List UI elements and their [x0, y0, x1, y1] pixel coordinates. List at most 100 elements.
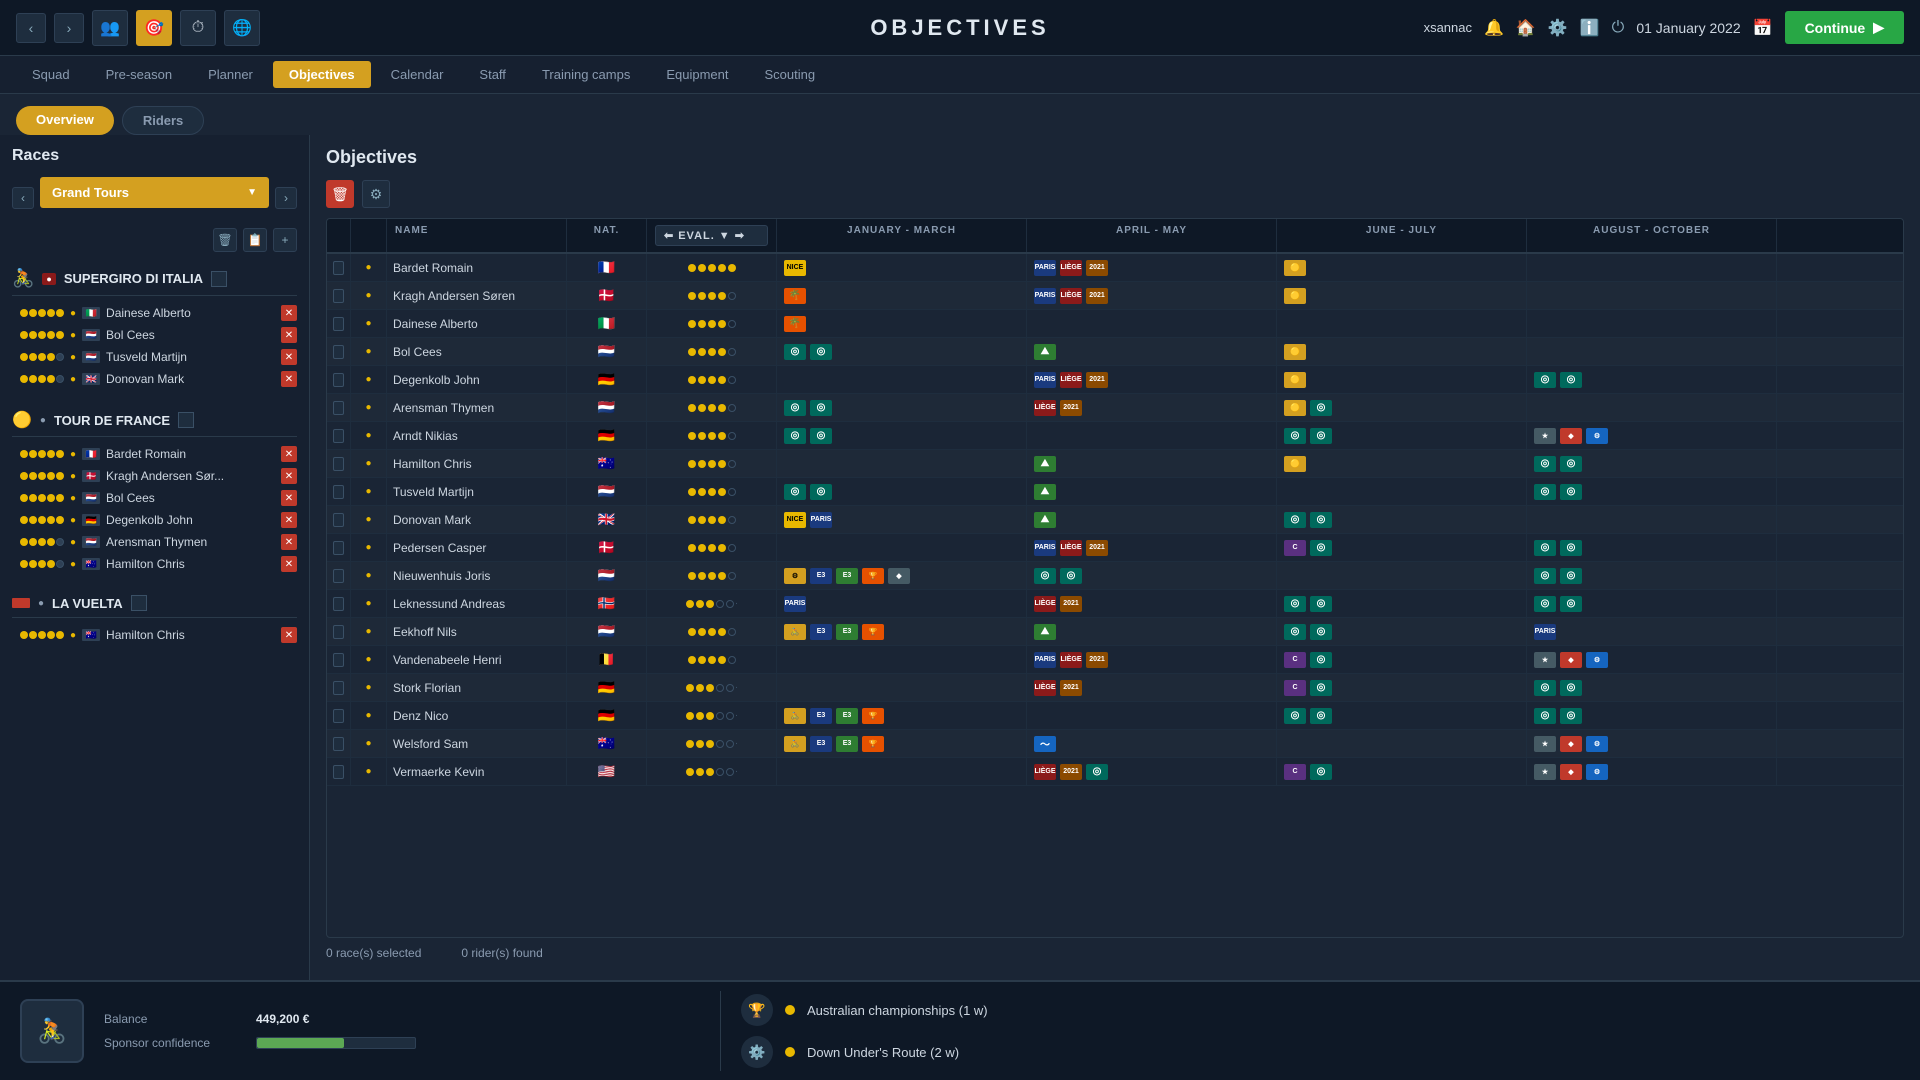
row-eval-9	[647, 506, 777, 533]
race-prev-btn[interactable]: ‹	[12, 187, 34, 209]
tab-equipment[interactable]: Equipment	[650, 61, 744, 88]
squad-icon-btn[interactable]: 👥	[92, 10, 128, 46]
remove-donovan-giro[interactable]: ✕	[281, 371, 297, 387]
row-check-8[interactable]	[327, 478, 351, 505]
row-check-10[interactable]	[327, 534, 351, 561]
remove-dainese-giro[interactable]: ✕	[281, 305, 297, 321]
eval-filter[interactable]: ⬅ Eval. ▼ ➡	[655, 225, 768, 246]
race-next-btn[interactable]: ›	[275, 187, 297, 209]
row-jun-18: C◎	[1277, 758, 1527, 785]
row-name-4: Degenkolb John	[387, 366, 567, 393]
row-nat-7: 🇦🇺	[567, 450, 647, 477]
row-check-7[interactable]	[327, 450, 351, 477]
row-nat-12: 🇳🇴	[567, 590, 647, 617]
tab-preseason[interactable]: Pre-season	[90, 61, 188, 88]
row-check-2[interactable]	[327, 310, 351, 337]
obj-settings-btn[interactable]: ⚙	[362, 180, 390, 208]
row-jan-8: ◎◎	[777, 478, 1027, 505]
continue-button[interactable]: Continue ▶	[1785, 11, 1904, 44]
route-icon: ⚙️	[741, 1036, 773, 1068]
pill-riders[interactable]: Riders	[122, 106, 204, 135]
row-check-12[interactable]	[327, 590, 351, 617]
obj-text-2: Down Under's Route (2 w)	[807, 1045, 959, 1060]
row-check-17[interactable]	[327, 730, 351, 757]
tab-calendar[interactable]: Calendar	[375, 61, 460, 88]
forward-button[interactable]: ›	[54, 13, 84, 43]
back-button[interactable]: ‹	[16, 13, 46, 43]
row-nat-18: 🇺🇸	[567, 758, 647, 785]
row-check-5[interactable]	[327, 394, 351, 421]
globe-icon-btn[interactable]: 🌐	[224, 10, 260, 46]
row-check-6[interactable]	[327, 422, 351, 449]
race-dropdown[interactable]: Grand Tours ▼	[40, 177, 269, 208]
pill-overview[interactable]: Overview	[16, 106, 114, 135]
orange-dot: ●	[70, 308, 76, 319]
row-name-12: Leknessund Andreas	[387, 590, 567, 617]
remove-kragh-tdf[interactable]: ✕	[281, 468, 297, 484]
tab-staff[interactable]: Staff	[463, 61, 522, 88]
th-nat: NAT.	[567, 219, 647, 252]
tab-objectives[interactable]: Objectives	[273, 61, 371, 88]
calendar-icon[interactable]: 📅	[1753, 18, 1773, 38]
row-nat-1: 🇩🇰	[567, 282, 647, 309]
th-icon	[351, 219, 387, 252]
flag-dainese-giro: 🇮🇹	[82, 307, 100, 319]
remove-hamilton-tdf[interactable]: ✕	[281, 556, 297, 572]
remove-bardet-tdf[interactable]: ✕	[281, 446, 297, 462]
row-check-9[interactable]	[327, 506, 351, 533]
row-nat-4: 🇩🇪	[567, 366, 647, 393]
power-icon[interactable]: ⏻	[1612, 19, 1625, 37]
row-check-18[interactable]	[327, 758, 351, 785]
obj-delete-btn[interactable]: 🗑	[326, 180, 354, 208]
remove-bol-tdf[interactable]: ✕	[281, 490, 297, 506]
dots-tusveld-giro	[20, 353, 64, 361]
tdf-tag: ●	[40, 415, 46, 426]
remove-arensman-tdf[interactable]: ✕	[281, 534, 297, 550]
row-check-1[interactable]	[327, 282, 351, 309]
remove-tusveld-giro[interactable]: ✕	[281, 349, 297, 365]
rider-kragh-tdf: ● 🇩🇰 Kragh Andersen Sør... ✕	[12, 465, 297, 487]
row-jan-1: 🌴	[777, 282, 1027, 309]
tab-scouting[interactable]: Scouting	[748, 61, 831, 88]
row-apr-10: PARISLIÈGE2021	[1027, 534, 1277, 561]
bell-icon[interactable]: 🔔	[1484, 18, 1504, 38]
left-panel: Races ‹ Grand Tours ▼ › 🗑 📋 +	[0, 135, 310, 980]
tdf-checkbox[interactable]	[178, 412, 194, 428]
clock-icon-btn[interactable]: ⏱	[180, 10, 216, 46]
row-icon-4: ●	[351, 366, 387, 393]
race-delete-btn[interactable]: 🗑	[213, 228, 237, 252]
rider-hamilton-tdf: ● 🇦🇺 Hamilton Chris ✕	[12, 553, 297, 575]
row-jan-16: 🚴E3E3🏆	[777, 702, 1027, 729]
dots-bol-giro	[20, 331, 64, 339]
row-check-16[interactable]	[327, 702, 351, 729]
row-icon-17: ●	[351, 730, 387, 757]
race-copy-btn[interactable]: 📋	[243, 228, 267, 252]
vuelta-checkbox[interactable]	[131, 595, 147, 611]
row-check-14[interactable]	[327, 646, 351, 673]
row-name-6: Arndt Nikias	[387, 422, 567, 449]
row-check-15[interactable]	[327, 674, 351, 701]
tab-training-camps[interactable]: Training camps	[526, 61, 646, 88]
settings-icon[interactable]: ⚙️	[1548, 18, 1568, 38]
row-name-16: Denz Nico	[387, 702, 567, 729]
tab-squad[interactable]: Squad	[16, 61, 86, 88]
name-hamilton-vuelta: Hamilton Chris	[106, 628, 275, 642]
row-aug-14: ★◆⚙	[1527, 646, 1777, 673]
info-icon[interactable]: ℹ️	[1580, 18, 1600, 38]
home-icon[interactable]: 🏠	[1516, 18, 1536, 38]
remove-hamilton-vuelta[interactable]: ✕	[281, 627, 297, 643]
row-nat-17: 🇦🇺	[567, 730, 647, 757]
row-check-3[interactable]	[327, 338, 351, 365]
race-add-btn[interactable]: +	[273, 228, 297, 252]
objectives-icon-btn[interactable]: 🎯	[136, 10, 172, 46]
row-check-4[interactable]	[327, 366, 351, 393]
remove-bol-giro[interactable]: ✕	[281, 327, 297, 343]
row-apr-4: PARISLIÈGE2021	[1027, 366, 1277, 393]
row-check-0[interactable]	[327, 254, 351, 281]
flag-tusveld-giro: 🇳🇱	[82, 351, 100, 363]
remove-degenkolb-tdf[interactable]: ✕	[281, 512, 297, 528]
giro-checkbox[interactable]	[211, 271, 227, 287]
row-check-11[interactable]	[327, 562, 351, 589]
row-check-13[interactable]	[327, 618, 351, 645]
tab-planner[interactable]: Planner	[192, 61, 269, 88]
